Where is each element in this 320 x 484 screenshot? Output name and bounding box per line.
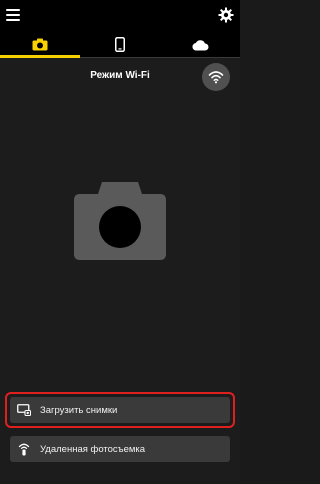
- camera-icon: [32, 38, 48, 51]
- phone-icon: [115, 37, 125, 52]
- gear-icon[interactable]: [218, 7, 234, 23]
- tab-bar: [0, 32, 240, 58]
- remote-shooting-label: Удаленная фотосъемка: [40, 443, 146, 455]
- tab-camera[interactable]: [0, 32, 80, 58]
- tab-cloud[interactable]: [160, 32, 240, 57]
- camera-illustration: [74, 182, 166, 260]
- remote-shooting-icon: [17, 442, 31, 456]
- upload-icon: [17, 403, 31, 417]
- wifi-icon: [208, 71, 224, 84]
- app-screen: Режим Wi-Fi Загрузить снимки Удаленная ф…: [0, 0, 240, 484]
- tab-phone[interactable]: [80, 32, 160, 57]
- hamburger-menu-icon[interactable]: [6, 9, 20, 21]
- upload-photos-label: Загрузить снимки: [40, 404, 118, 416]
- wifi-button[interactable]: [202, 63, 230, 91]
- cloud-icon: [192, 39, 209, 50]
- upload-photos-button[interactable]: Загрузить снимки: [10, 397, 230, 423]
- remote-shooting-button[interactable]: Удаленная фотосъемка: [10, 436, 230, 462]
- top-bar: [0, 0, 240, 32]
